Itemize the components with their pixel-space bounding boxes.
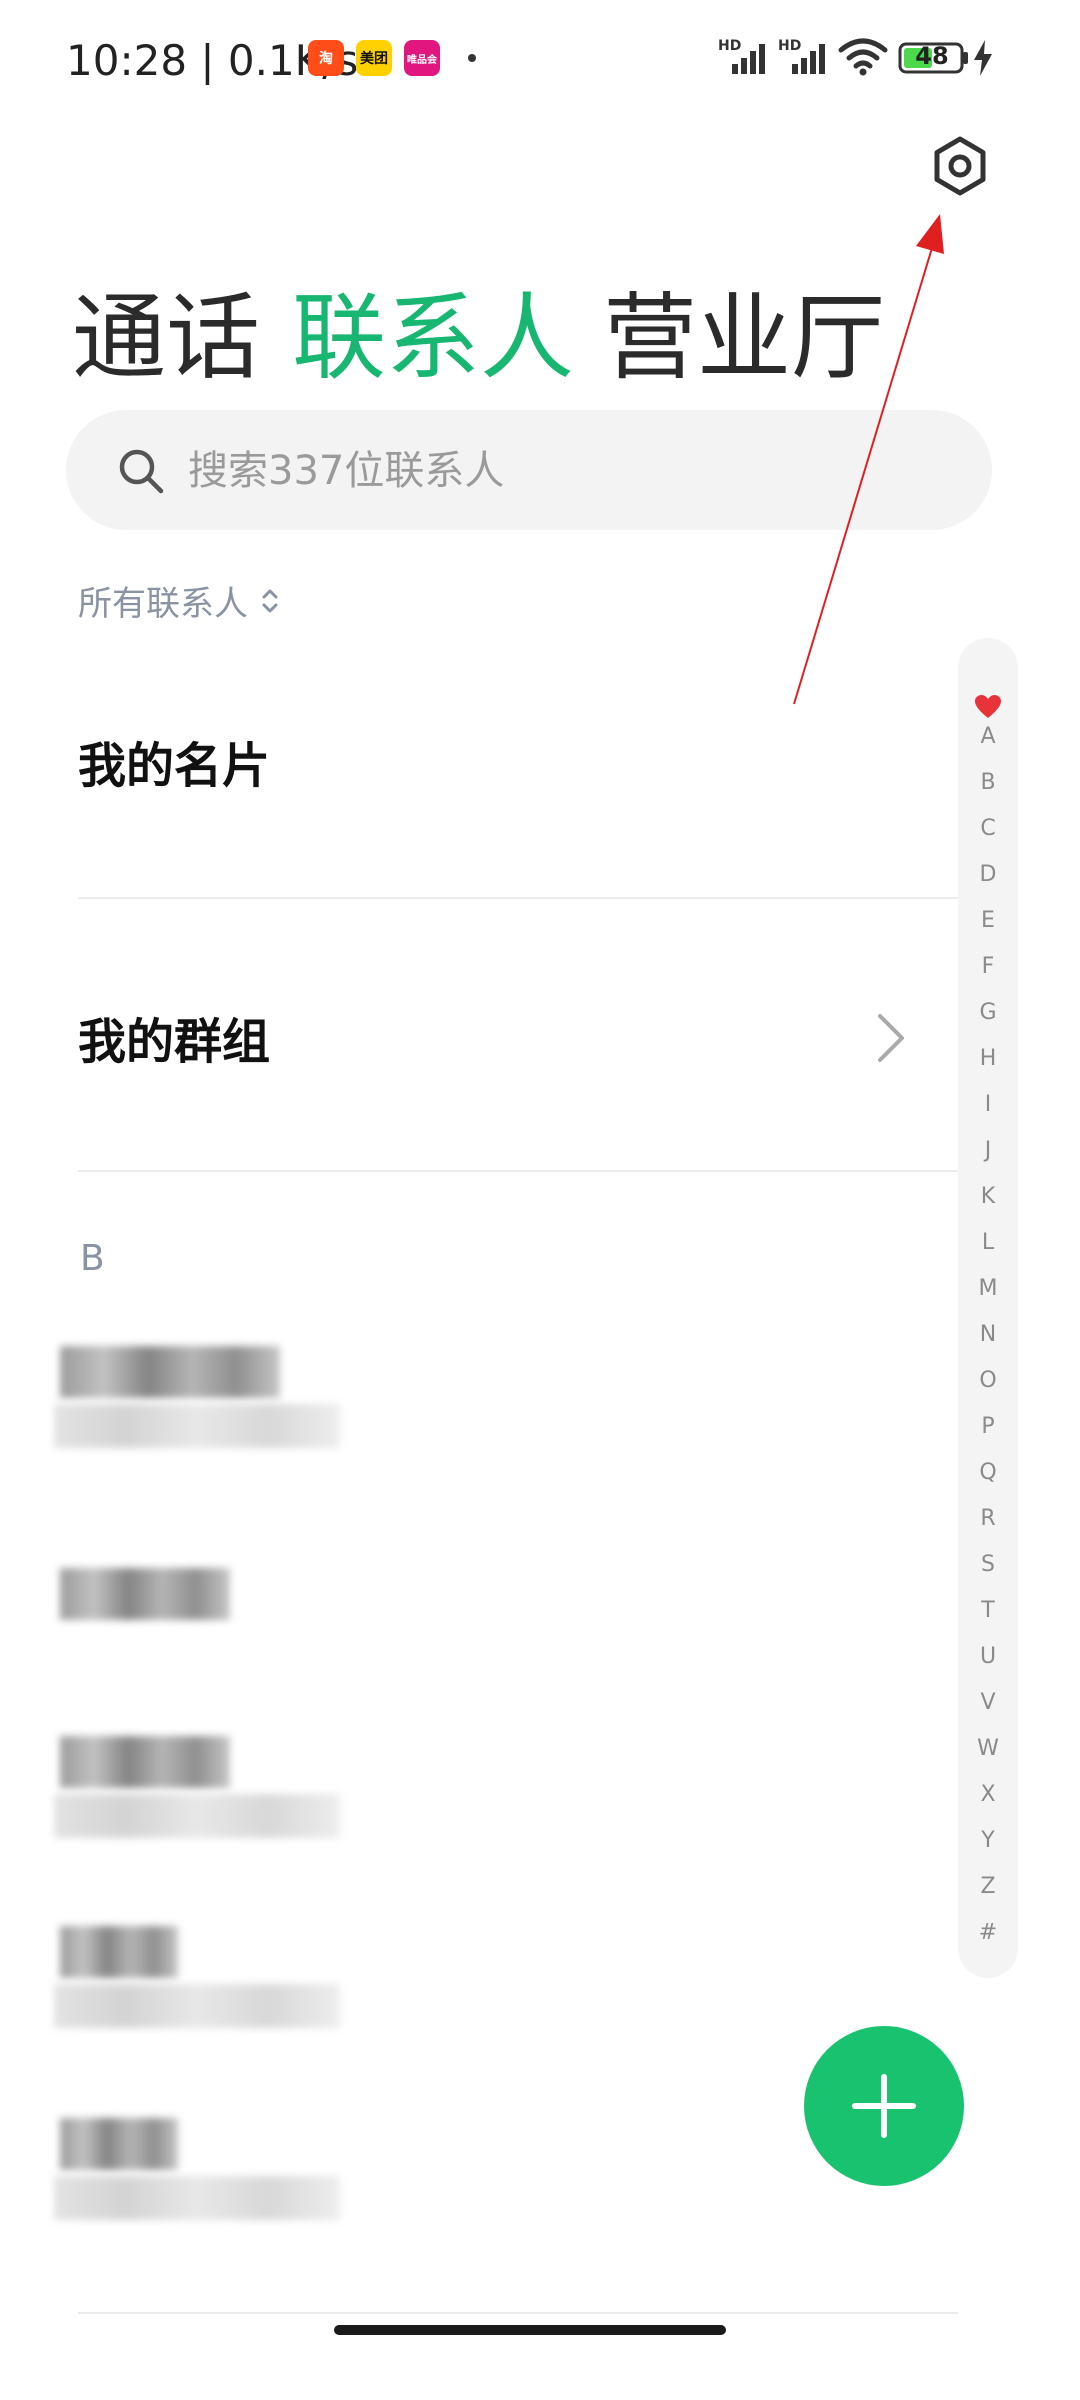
alphabet-index-u[interactable]: U (958, 1644, 1018, 1669)
contact-name-blurred (60, 1346, 280, 1398)
search-icon (119, 449, 164, 494)
chevron-right-icon (878, 1014, 904, 1062)
contact-detail-blurred (54, 1794, 340, 1838)
contact-name-blurred (60, 1926, 178, 1978)
charging-icon (972, 40, 994, 76)
contact-row[interactable] (54, 2118, 390, 2228)
filter-label: 所有联系人 (78, 584, 248, 624)
alphabet-index[interactable]: A B C D E F G H I J K L M N O P Q R S T U V W X Y Z # (958, 638, 1018, 1978)
alphabet-index-q[interactable]: Q (958, 1460, 1018, 1485)
battery-level: 48 (915, 42, 949, 70)
meituan-icon: 美团 (356, 40, 392, 76)
alphabet-index-n[interactable]: N (958, 1322, 1018, 1347)
contact-detail-blurred (54, 1984, 340, 2028)
alphabet-index-o[interactable]: O (958, 1368, 1018, 1393)
contact-row[interactable] (54, 1926, 390, 2036)
tab-calls[interactable]: 通话 (72, 262, 260, 398)
alphabet-index-h[interactable]: H (958, 1046, 1018, 1071)
contact-detail-blurred (54, 1404, 340, 1448)
alphabet-index-j[interactable]: J (958, 1138, 1018, 1163)
alphabet-index-f[interactable]: F (958, 954, 1018, 979)
contact-name-blurred (60, 1568, 230, 1620)
alphabet-index-hash[interactable]: # (958, 1920, 1018, 1945)
search-bar[interactable] (66, 410, 992, 530)
contact-row[interactable] (54, 1736, 390, 1846)
signal-icon: HD (718, 38, 770, 74)
tab-contacts[interactable]: 联系人 (292, 262, 574, 398)
my-groups-label: 我的群组 (78, 1014, 271, 1070)
contact-name-blurred (60, 2118, 178, 2170)
divider (78, 2312, 958, 2314)
alphabet-index-y[interactable]: Y (958, 1828, 1018, 1853)
divider (78, 897, 958, 899)
contact-detail-blurred (54, 2176, 340, 2220)
alphabet-index-m[interactable]: M (958, 1276, 1018, 1301)
alphabet-index-g[interactable]: G (958, 1000, 1018, 1025)
alphabet-index-t[interactable]: T (958, 1598, 1018, 1623)
heart-icon[interactable] (974, 694, 1002, 720)
alphabet-index-l[interactable]: L (958, 1230, 1018, 1255)
alphabet-index-w[interactable]: W (958, 1736, 1018, 1761)
contact-name-blurred (60, 1736, 230, 1788)
alphabet-index-s[interactable]: S (958, 1552, 1018, 1577)
battery-icon: 48 (898, 42, 970, 74)
contact-row[interactable] (60, 1562, 390, 1632)
search-input[interactable] (186, 440, 950, 502)
my-card-row[interactable]: 我的名片 (78, 726, 958, 816)
add-contact-button[interactable] (804, 2026, 964, 2186)
sort-arrows-icon (262, 589, 278, 612)
alphabet-index-r[interactable]: R (958, 1506, 1018, 1531)
contact-filter[interactable]: 所有联系人 (78, 576, 280, 625)
taobao-icon: 淘 (308, 40, 344, 76)
my-groups-row[interactable]: 我的群组 (78, 1002, 958, 1092)
home-indicator[interactable] (334, 2325, 726, 2335)
my-card-label: 我的名片 (78, 738, 271, 794)
alphabet-index-a[interactable]: A (958, 724, 1018, 749)
alphabet-index-v[interactable]: V (958, 1690, 1018, 1715)
alphabet-index-e[interactable]: E (958, 908, 1018, 933)
wifi-icon (838, 38, 888, 76)
alphabet-index-c[interactable]: C (958, 816, 1018, 841)
alphabet-index-i[interactable]: I (958, 1092, 1018, 1117)
tab-service-hall[interactable]: 营业厅 (603, 262, 885, 398)
section-header: B (80, 1238, 105, 1279)
alphabet-index-p[interactable]: P (958, 1414, 1018, 1439)
settings-button[interactable] (930, 136, 990, 196)
divider (78, 1170, 958, 1172)
alphabet-index-x[interactable]: X (958, 1782, 1018, 1807)
alphabet-index-d[interactable]: D (958, 862, 1018, 887)
vip-icon: 唯品会 (404, 40, 440, 76)
signal-icon-2: HD (778, 38, 830, 74)
contact-row[interactable] (54, 1346, 390, 1456)
alphabet-index-k[interactable]: K (958, 1184, 1018, 1209)
alphabet-index-z[interactable]: Z (958, 1874, 1018, 1899)
plus-icon (852, 2074, 916, 2138)
notification-dot (468, 54, 476, 62)
alphabet-index-b[interactable]: B (958, 770, 1018, 795)
gear-icon (934, 136, 986, 196)
